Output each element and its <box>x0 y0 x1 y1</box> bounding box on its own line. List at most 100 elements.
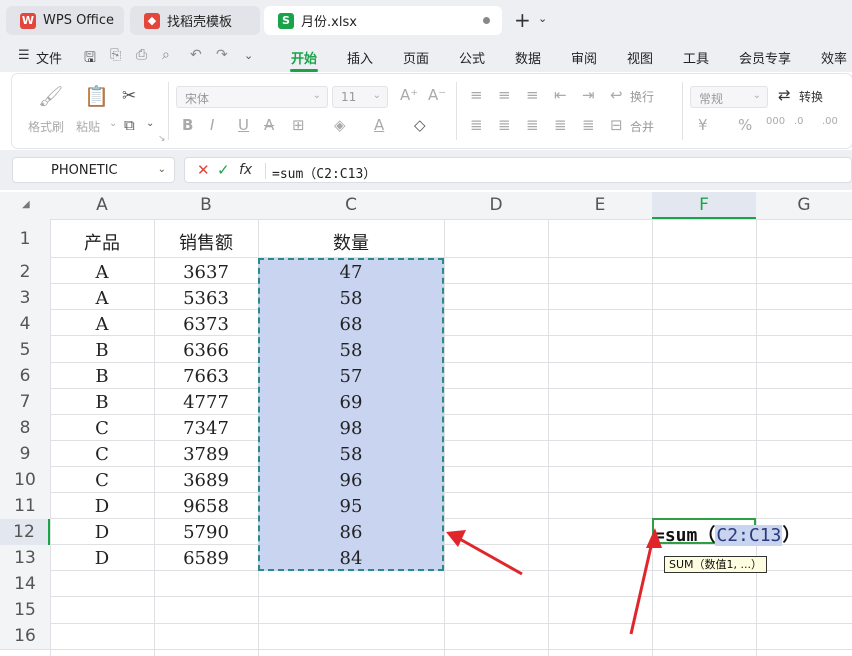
merge-icon[interactable]: ⊟ <box>610 116 623 134</box>
tab-current-file[interactable]: S 月份.xlsx <box>264 6 502 35</box>
convert-label[interactable]: 转换 <box>799 88 823 105</box>
active-menu-indicator <box>290 69 318 72</box>
cancel-icon[interactable]: ✕ <box>197 161 210 179</box>
insert-function-icon[interactable]: fx <box>239 162 252 178</box>
undo-icon[interactable]: ↶ <box>190 47 202 63</box>
font-size-value: 11 <box>341 90 357 104</box>
menu-tools[interactable]: 工具 <box>683 48 709 67</box>
menu-efficiency[interactable]: 效率 <box>821 48 847 67</box>
spreadsheet-grid[interactable]: ◢ A B C D E F G 1 2 3 4 5 6 7 8 9 10 11 12 13 14 15 16 … <box>0 192 852 656</box>
chevron-down-icon: ⌄ <box>752 90 761 101</box>
hamburger-icon[interactable]: ☰ <box>18 48 30 63</box>
font-name-select[interactable]: 宋体 ⌄ <box>176 86 328 108</box>
redo-icon[interactable]: ↷ <box>216 47 228 63</box>
formula-input[interactable]: ✕ ✓ fx =sum（C2:C13） <box>184 157 852 183</box>
number-format-select[interactable]: 常规 ⌄ <box>690 86 768 108</box>
tab-wps-office[interactable]: W WPS Office <box>6 6 124 35</box>
menu-data[interactable]: 数据 <box>515 48 541 67</box>
name-box-value: PHONETIC <box>51 163 118 178</box>
name-box[interactable]: PHONETIC ⌄ <box>12 157 175 183</box>
chevron-down-icon: ⌄ <box>312 90 321 101</box>
menu-file[interactable]: 文件 <box>36 48 62 67</box>
arrow-to-cell <box>629 541 654 635</box>
italic-icon[interactable]: I <box>210 116 214 134</box>
font-size-select[interactable]: 11 ⌄ <box>332 86 388 108</box>
eraser-icon[interactable]: ◇ <box>414 116 426 134</box>
menu-view[interactable]: 视图 <box>627 48 653 67</box>
convert-icon[interactable]: ⇄ <box>778 86 791 104</box>
annotation-arrows <box>446 528 662 635</box>
formula-text[interactable]: =sum（C2:C13） <box>272 163 376 182</box>
chevron-down-icon: ⌄ <box>372 90 381 101</box>
chevron-down-icon: ⌄ <box>157 164 166 175</box>
decrease-font-icon[interactable]: A⁻ <box>428 86 446 104</box>
paste-label[interactable]: 粘贴 <box>76 118 100 135</box>
tab-label: 找稻壳模板 <box>167 15 233 30</box>
menu-bar: ☰ 文件 🖫 ⎘ ⎙ ⌕ ↶ ↷ ⌄ 开始 插入 页面 公式 数据 审阅 视图 … <box>0 40 852 72</box>
chevron-down-icon[interactable]: ⌄ <box>538 12 547 25</box>
font-color-icon[interactable]: A <box>374 116 384 134</box>
align-left-icon[interactable]: ≣ <box>470 116 483 134</box>
align-top-icon[interactable]: ≡ <box>470 86 483 104</box>
divider <box>265 163 266 179</box>
menu-page[interactable]: 页面 <box>403 48 429 67</box>
print-icon[interactable]: ⎙ <box>136 47 147 63</box>
strikethrough-icon[interactable]: A <box>264 116 274 134</box>
wps-spreadsheet-window: W WPS Office ◆ 找稻壳模板 S 月份.xlsx + ⌄ ☰ 文件 … <box>0 0 852 656</box>
tab-label: 月份.xlsx <box>301 15 357 30</box>
align-middle-icon[interactable]: ≡ <box>498 86 511 104</box>
number-format-value: 常规 <box>699 92 724 106</box>
percent-icon[interactable]: % <box>738 116 752 134</box>
arrow-head <box>646 528 662 548</box>
bold-icon[interactable]: B <box>182 116 193 134</box>
divider <box>456 82 457 140</box>
arrow-head <box>446 530 466 547</box>
menu-review[interactable]: 审阅 <box>571 48 597 67</box>
paste-icon[interactable]: 📋 <box>84 84 109 108</box>
spreadsheet-icon: S <box>278 12 294 29</box>
divider <box>682 82 683 140</box>
copy-icon[interactable]: ⧉ <box>124 116 135 134</box>
align-right-icon[interactable]: ≣ <box>526 116 539 134</box>
print-preview-icon[interactable]: ⌕ <box>162 47 170 63</box>
launcher-icon[interactable]: ↘ <box>158 134 166 144</box>
wrap-text-label[interactable]: 换行 <box>630 88 654 105</box>
confirm-icon[interactable]: ✓ <box>217 161 230 179</box>
tab-template[interactable]: ◆ 找稻壳模板 <box>130 6 260 35</box>
ribbon-toolbar: 🖌 格式刷 📋 粘贴 ⌄ ✂ ⧉ ⌄ ↘ 宋体 ⌄ 11 ⌄ A⁺ A⁻ B I… <box>12 74 852 148</box>
fill-color-icon[interactable]: ◈ <box>334 116 346 134</box>
cut-icon[interactable]: ✂ <box>122 86 136 106</box>
justify-icon[interactable]: ≣ <box>554 116 567 134</box>
thousands-icon[interactable]: 000 <box>766 116 785 127</box>
indent-decrease-icon[interactable]: ⇤ <box>554 86 567 104</box>
format-painter-label[interactable]: 格式刷 <box>28 118 64 135</box>
export-pdf-icon[interactable]: ⎘ <box>110 47 121 63</box>
distributed-icon[interactable]: ≣ <box>582 116 595 134</box>
wrap-text-icon[interactable]: ↩ <box>610 86 623 104</box>
format-painter-icon[interactable]: 🖌 <box>38 84 63 108</box>
save-icon[interactable]: 🖫 <box>84 47 96 71</box>
wps-logo-icon: W <box>20 12 36 29</box>
chevron-down-icon[interactable]: ⌄ <box>109 118 117 129</box>
increase-decimal-icon[interactable]: .0 <box>794 116 804 127</box>
menu-insert[interactable]: 插入 <box>347 48 373 67</box>
menu-home[interactable]: 开始 <box>291 48 317 67</box>
increase-font-icon[interactable]: A⁺ <box>400 86 418 104</box>
unsaved-dot-icon <box>483 17 490 24</box>
chevron-down-icon[interactable]: ⌄ <box>244 49 253 62</box>
border-icon[interactable]: ⊞ <box>292 116 305 134</box>
decrease-decimal-icon[interactable]: .00 <box>822 116 838 127</box>
menu-member[interactable]: 会员专享 <box>739 48 791 67</box>
divider <box>168 82 169 140</box>
underline-icon[interactable]: U <box>238 116 249 134</box>
chevron-down-icon[interactable]: ⌄ <box>146 118 154 129</box>
daoke-logo-icon: ◆ <box>144 12 160 29</box>
currency-icon[interactable]: ¥ <box>698 116 708 134</box>
align-center-icon[interactable]: ≣ <box>498 116 511 134</box>
new-tab-plus-icon[interactable]: + <box>514 10 531 30</box>
tab-bar: W WPS Office ◆ 找稻壳模板 S 月份.xlsx + ⌄ <box>0 0 852 40</box>
merge-label[interactable]: 合并 <box>630 118 654 135</box>
menu-formula[interactable]: 公式 <box>459 48 485 67</box>
indent-increase-icon[interactable]: ⇥ <box>582 86 595 104</box>
align-bottom-icon[interactable]: ≡ <box>526 86 539 104</box>
